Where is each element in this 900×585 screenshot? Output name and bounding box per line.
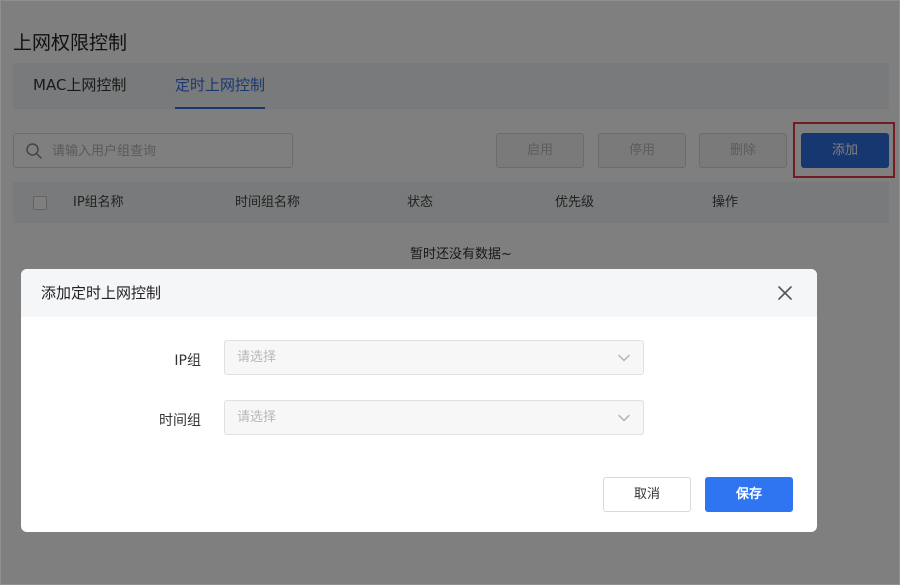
save-button[interactable]: 保存: [705, 477, 793, 512]
time-group-label: 时间组: [159, 413, 201, 429]
cancel-button[interactable]: 取消: [603, 477, 691, 512]
time-group-placeholder: 请选择: [237, 410, 277, 425]
time-group-select[interactable]: 请选择: [224, 400, 644, 435]
add-timer-control-dialog: 添加定时上网控制 IP组 请选择 时间组 请选择 取消 保存: [21, 269, 817, 532]
ip-group-placeholder: 请选择: [237, 350, 277, 365]
close-icon[interactable]: [773, 281, 797, 305]
ip-group-label: IP组: [174, 353, 201, 369]
dialog-title: 添加定时上网控制: [41, 284, 162, 302]
dialog-header: 添加定时上网控制: [21, 269, 817, 317]
chevron-down-icon: [618, 354, 630, 362]
ip-group-select[interactable]: 请选择: [224, 340, 644, 375]
page: 上网权限控制 MAC上网控制 定时上网控制 启用 停用 删除 添加 IP组名称 …: [0, 0, 900, 585]
chevron-down-icon: [618, 414, 630, 422]
